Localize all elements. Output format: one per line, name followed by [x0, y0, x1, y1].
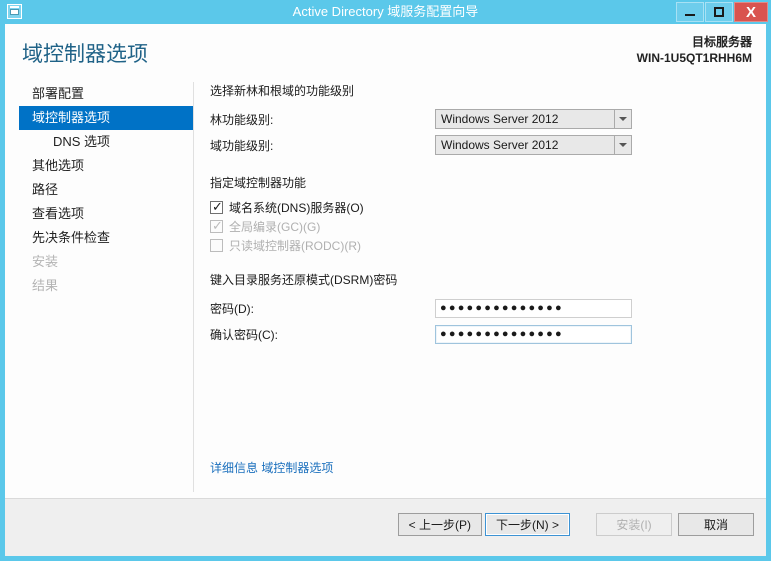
- target-server-name: WIN-1U5QT1RHH6M: [636, 51, 752, 65]
- wizard-footer: < 上一步(P) 下一步(N) > 安装(I) 取消: [5, 498, 766, 556]
- wizard-steps-sidebar: 部署配置 域控制器选项 DNS 选项 其他选项 路径 查看选项 先决条件检查 安…: [5, 82, 193, 298]
- sidebar-item-label: 结果: [32, 278, 59, 293]
- global-catalog-checkbox: ✓: [210, 218, 223, 233]
- confirm-password-row: 确认密码(C): ●●●●●●●●●●●●●●: [210, 321, 755, 347]
- footer-buttons: < 上一步(P) 下一步(N) > 安装(I) 取消: [397, 513, 754, 536]
- forest-functional-level-row: 林功能级别: Windows Server 2012: [210, 106, 755, 132]
- sidebar-item-paths[interactable]: 路径: [5, 178, 193, 202]
- global-catalog-checkbox-row: ✓ 全局编录(GC)(G): [210, 217, 755, 236]
- title-bar: Active Directory 域服务配置向导 X: [0, 0, 771, 24]
- sidebar-item-label: 查看选项: [32, 206, 85, 221]
- dns-server-checkbox[interactable]: ✓: [210, 199, 223, 214]
- chevron-down-icon[interactable]: [614, 136, 631, 154]
- sidebar-item-review-options[interactable]: 查看选项: [5, 202, 193, 226]
- check-icon: ✓: [212, 218, 223, 233]
- forest-functional-level-label: 林功能级别:: [210, 112, 274, 127]
- back-button[interactable]: < 上一步(P): [397, 513, 482, 536]
- sidebar-item-other-options[interactable]: 其他选项: [5, 154, 193, 178]
- sidebar-item-label: 先决条件检查: [32, 230, 111, 245]
- install-button: 安装(I): [596, 513, 672, 536]
- sidebar-item-label: 其他选项: [32, 158, 85, 173]
- forest-functional-level-value: Windows Server 2012: [441, 112, 559, 126]
- client-area: 域控制器选项 目标服务器 WIN-1U5QT1RHH6M 部署配置 域控制器选项…: [5, 24, 766, 556]
- next-button[interactable]: 下一步(N) >: [484, 513, 570, 536]
- cancel-button[interactable]: 取消: [678, 513, 754, 536]
- password-row: 密码(D): ●●●●●●●●●●●●●●: [210, 295, 755, 321]
- chevron-down-icon[interactable]: [614, 110, 631, 128]
- more-info-link-text[interactable]: 域控制器选项: [261, 461, 333, 475]
- dns-server-checkbox-row[interactable]: ✓ 域名系统(DNS)服务器(O): [210, 198, 755, 217]
- sidebar-item-domain-controller-options[interactable]: 域控制器选项: [19, 106, 193, 130]
- target-server-label: 目标服务器: [691, 35, 752, 49]
- domain-functional-level-label: 域功能级别:: [210, 138, 274, 153]
- close-button[interactable]: X: [734, 2, 768, 22]
- functional-level-heading: 选择新林和根域的功能级别: [210, 84, 355, 98]
- global-catalog-label: 全局编录(GC)(G): [229, 220, 321, 234]
- main-content: 选择新林和根域的功能级别 林功能级别: Windows Server 2012 …: [210, 82, 755, 347]
- page-title: 域控制器选项: [22, 43, 148, 66]
- page-body: 部署配置 域控制器选项 DNS 选项 其他选项 路径 查看选项 先决条件检查 安…: [5, 82, 766, 498]
- password-input[interactable]: ●●●●●●●●●●●●●●: [435, 298, 632, 318]
- confirm-password-label: 确认密码(C):: [210, 327, 278, 342]
- sidebar-item-label: 路径: [32, 182, 59, 197]
- sidebar-item-results: 结果: [5, 274, 193, 298]
- sidebar-item-label: DNS 选项: [53, 134, 111, 149]
- capabilities-heading: 指定域控制器功能: [210, 176, 307, 190]
- minimize-button[interactable]: [676, 2, 704, 22]
- sidebar-divider: [193, 82, 194, 492]
- confirm-password-input[interactable]: ●●●●●●●●●●●●●●: [435, 324, 632, 344]
- password-label: 密码(D):: [210, 301, 254, 316]
- sidebar-item-label: 部署配置: [32, 86, 85, 101]
- wizard-icon: [6, 3, 24, 21]
- domain-functional-level-value: Windows Server 2012: [441, 138, 559, 152]
- dns-server-label: 域名系统(DNS)服务器(O): [229, 201, 364, 215]
- rodc-label: 只读域控制器(RODC)(R): [229, 239, 361, 253]
- sidebar-item-label: 域控制器选项: [32, 110, 111, 125]
- more-info-prefix[interactable]: 详细信息: [210, 461, 258, 475]
- forest-functional-level-select[interactable]: Windows Server 2012: [435, 109, 632, 129]
- window-title: Active Directory 域服务配置向导: [292, 4, 479, 19]
- sidebar-item-installation: 安装: [5, 250, 193, 274]
- page-header: 域控制器选项 目标服务器 WIN-1U5QT1RHH6M: [5, 24, 766, 82]
- window-controls: X: [676, 2, 768, 22]
- sidebar-item-dns-options[interactable]: DNS 选项: [5, 130, 193, 154]
- sidebar-item-deployment-config[interactable]: 部署配置: [5, 82, 193, 106]
- rodc-checkbox-row: 只读域控制器(RODC)(R): [210, 236, 755, 255]
- maximize-button[interactable]: [705, 2, 733, 22]
- sidebar-item-prerequisites-check[interactable]: 先决条件检查: [5, 226, 193, 250]
- target-server-info: 目标服务器 WIN-1U5QT1RHH6M: [637, 34, 752, 66]
- wizard-window: Active Directory 域服务配置向导 X 域控制器选项 目标服务器 …: [0, 0, 771, 561]
- more-information-link[interactable]: 详细信息 域控制器选项: [210, 459, 333, 476]
- rodc-checkbox: [210, 239, 223, 252]
- domain-functional-level-row: 域功能级别: Windows Server 2012: [210, 132, 755, 158]
- sidebar-item-label: 安装: [32, 254, 59, 269]
- dsrm-heading: 键入目录服务还原模式(DSRM)密码: [210, 273, 398, 287]
- domain-functional-level-select[interactable]: Windows Server 2012: [435, 135, 632, 155]
- check-icon: ✓: [212, 199, 223, 214]
- close-icon: X: [745, 3, 756, 21]
